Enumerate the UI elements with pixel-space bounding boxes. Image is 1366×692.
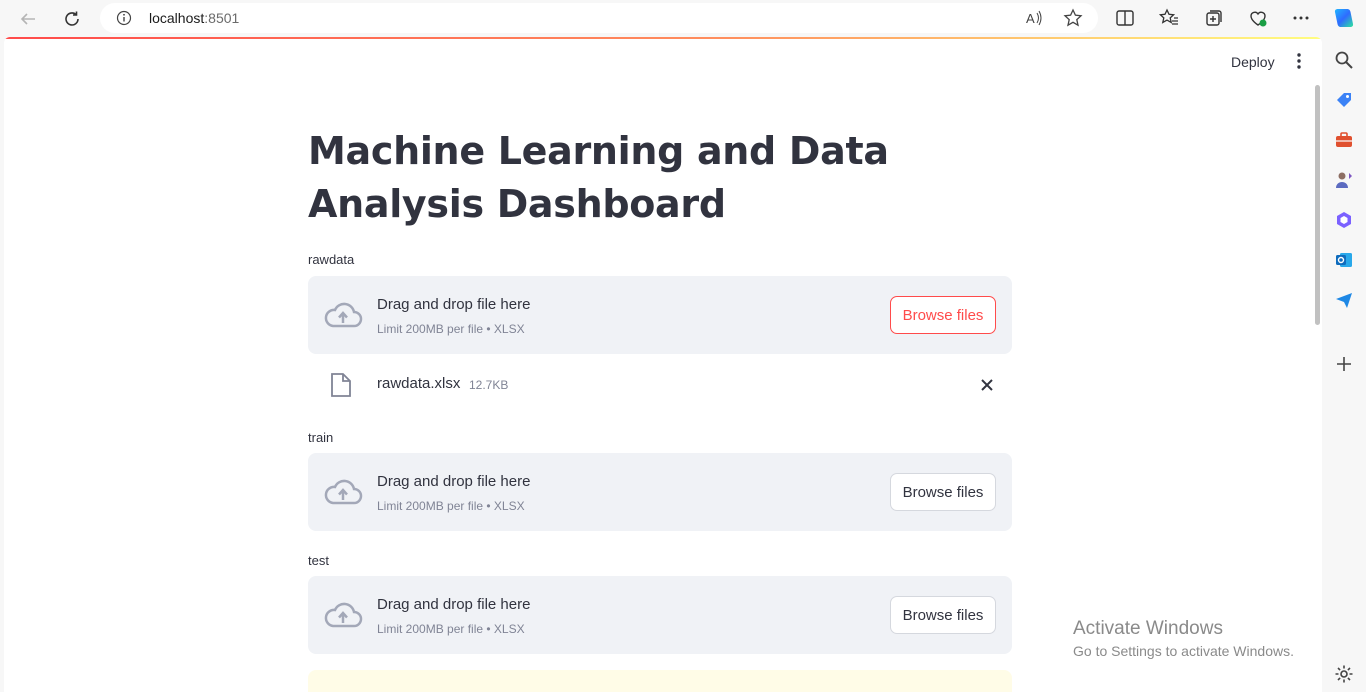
browser-toolbar: localhost:8501 A	[0, 0, 1366, 37]
uploader-label-rawdata: rawdata	[308, 252, 355, 267]
favorites-icon[interactable]	[1159, 8, 1179, 28]
dropzone-instructions: Drag and drop file here	[377, 296, 531, 313]
svg-text:A: A	[1026, 11, 1035, 26]
more-menu-icon[interactable]	[1291, 8, 1311, 28]
deploy-button[interactable]: Deploy	[1231, 54, 1275, 70]
dropzone-instructions: Drag and drop file here	[377, 473, 531, 490]
gear-icon[interactable]	[1334, 664, 1354, 684]
games-icon[interactable]	[1334, 170, 1354, 190]
scrollbar-thumb[interactable]	[1315, 85, 1320, 325]
add-icon[interactable]	[1334, 354, 1354, 374]
activate-windows-title: Activate Windows	[1073, 618, 1223, 639]
dropzone-train[interactable]: Drag and drop file here Limit 200MB per …	[308, 453, 1012, 531]
address-bar[interactable]: localhost:8501 A	[100, 3, 1098, 33]
shopping-tag-icon[interactable]	[1334, 90, 1354, 110]
cloud-upload-icon	[324, 479, 363, 505]
header-decoration	[4, 37, 1322, 39]
browser-sidebar	[1322, 37, 1366, 692]
refresh-button[interactable]	[59, 6, 85, 32]
activate-windows-watermark: Activate Windows Go to Settings to activ…	[1073, 618, 1294, 662]
dropzone-limit: Limit 200MB per file • XLSX	[377, 622, 525, 636]
dropzone-test[interactable]: Drag and drop file here Limit 200MB per …	[308, 576, 1012, 654]
activate-windows-subtitle: Go to Settings to activate Windows.	[1073, 643, 1294, 659]
browse-files-button[interactable]: Browse files	[890, 296, 996, 334]
close-icon[interactable]	[979, 377, 995, 393]
split-screen-icon[interactable]	[1115, 8, 1135, 28]
outlook-icon[interactable]	[1334, 250, 1354, 270]
collections-icon[interactable]	[1204, 8, 1224, 28]
favorite-star-icon[interactable]	[1063, 8, 1083, 28]
tools-icon[interactable]	[1334, 130, 1354, 150]
copilot-icon[interactable]	[1332, 6, 1356, 30]
cloud-upload-icon	[324, 602, 363, 628]
cloud-upload-icon	[324, 302, 363, 328]
refresh-icon	[65, 11, 79, 26]
file-icon	[331, 373, 351, 397]
uploaded-file-row: rawdata.xlsx 12.7KB	[308, 365, 1012, 405]
uploader-label-train: train	[308, 430, 334, 445]
url-text: localhost:8501	[149, 10, 240, 26]
back-arrow-icon	[20, 13, 35, 25]
browser-essentials-icon[interactable]	[1248, 8, 1268, 28]
uploader-label-test: test	[308, 553, 329, 568]
microsoft-365-icon[interactable]	[1334, 210, 1354, 230]
browse-files-button[interactable]: Browse files	[890, 596, 996, 634]
read-aloud-icon[interactable]: A	[1024, 8, 1044, 28]
back-button[interactable]	[15, 6, 41, 32]
send-icon[interactable]	[1334, 290, 1354, 310]
main-menu-icon[interactable]	[1292, 52, 1306, 70]
browse-files-button[interactable]: Browse files	[890, 473, 996, 511]
uploaded-file-size: 12.7KB	[469, 378, 509, 392]
search-icon[interactable]	[1334, 50, 1354, 70]
uploaded-file-name: rawdata.xlsx	[377, 375, 461, 392]
site-info-icon[interactable]	[116, 10, 132, 26]
page-title: Machine Learning and Data Analysis Dashb…	[308, 129, 889, 226]
dropzone-limit: Limit 200MB per file • XLSX	[377, 499, 525, 513]
dropzone-instructions: Drag and drop file here	[377, 596, 531, 613]
warning-alert	[308, 670, 1012, 692]
dropzone-limit: Limit 200MB per file • XLSX	[377, 322, 525, 336]
streamlit-page: Deploy Machine Learning and Data Analysi…	[4, 37, 1322, 692]
dropzone-rawdata[interactable]: Drag and drop file here Limit 200MB per …	[308, 276, 1012, 354]
